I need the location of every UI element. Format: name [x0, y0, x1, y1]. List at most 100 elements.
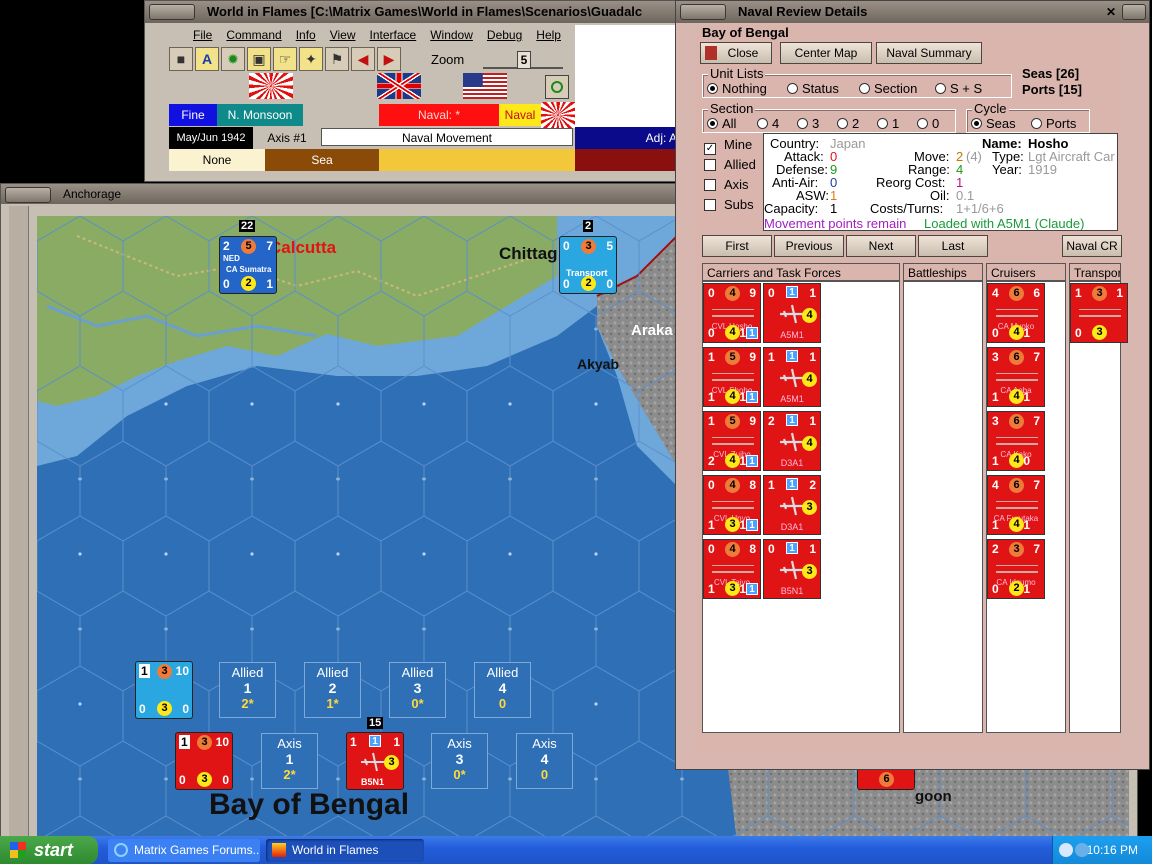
unit-list-section-radio[interactable]: Section	[859, 81, 917, 96]
section-all-radio[interactable]: All	[707, 116, 736, 131]
main-titlebar[interactable]: World in Flames [C:\Matrix Games\World i…	[145, 1, 683, 23]
menu-file[interactable]: File	[193, 28, 212, 42]
terrain-bar-yellow	[379, 149, 575, 171]
gear-icon[interactable]: ✹	[221, 47, 245, 71]
menu-command[interactable]: Command	[226, 28, 281, 42]
window-menu-button[interactable]	[5, 187, 51, 203]
counter-top-left: 0	[708, 542, 715, 556]
star-icon[interactable]: ✦	[299, 47, 323, 71]
aircraft-counter[interactable]: 1 1 1 4 A5M1	[763, 347, 821, 407]
target-icon[interactable]	[545, 75, 569, 99]
tray-expand-icon[interactable]	[1059, 843, 1073, 857]
section-2-radio[interactable]: 2	[837, 116, 859, 131]
network-icon[interactable]	[1075, 843, 1089, 857]
carrier-counter[interactable]: 0 4 9 CVL Hosho 0 4 1 1	[703, 283, 761, 343]
stack-count-badge: 22	[239, 220, 256, 232]
counter-top-left: 1	[708, 414, 715, 428]
aircraft-counter[interactable]: 2 1 1 4 D3A1	[763, 411, 821, 471]
window-menu-button[interactable]	[149, 4, 195, 20]
counter-bottom-right: 1	[739, 390, 746, 404]
cycle-seas-radio[interactable]: Seas	[971, 116, 1016, 131]
aircraft-counter[interactable]: 0 1 1 3 B5N1	[763, 539, 821, 599]
aircraft-counter[interactable]: 0 1 1 4 A5M1	[763, 283, 821, 343]
close-button[interactable]: Close	[700, 42, 772, 64]
axis-sea-box-2-b5n1[interactable]: 1 1 1 3 B5N1	[346, 732, 404, 790]
last-button[interactable]: Last	[918, 235, 988, 257]
naval-window-title: Naval Review Details	[738, 4, 868, 19]
naval-cr-button[interactable]: Naval CR	[1062, 235, 1122, 257]
menu-view[interactable]: View	[330, 28, 356, 42]
carrier-counter[interactable]: 0 4 8 CVL Taiyo 1 3 1 1	[703, 539, 761, 599]
filter-axis-checkbox[interactable]: Axis	[704, 177, 749, 192]
section-0-radio[interactable]: 0	[917, 116, 939, 131]
menu-help[interactable]: Help	[536, 28, 561, 42]
section-4-radio[interactable]: 4	[757, 116, 779, 131]
cycle-ports-radio[interactable]: Ports	[1031, 116, 1076, 131]
text-a-icon[interactable]: A	[195, 47, 219, 71]
next-button[interactable]: Next	[846, 235, 916, 257]
mini-map-panel[interactable]	[575, 25, 683, 127]
carrier-counter[interactable]: 1 5 9 CVL Zuiho 2 4 1 1	[703, 411, 761, 471]
ship-silhouette-icon	[996, 437, 1038, 445]
axis-sea-box-4[interactable]: Axis 4 0	[516, 733, 573, 789]
carrier-counter[interactable]: 1 5 9 CVL Shoho 1 4 1 1	[703, 347, 761, 407]
start-button[interactable]: start	[0, 836, 98, 864]
menu-debug[interactable]: Debug	[487, 28, 522, 42]
unit-list-status-radio[interactable]: Status	[787, 81, 839, 96]
cruiser-counter[interactable]: 4 6 6 CA Myoko 0 4 1	[987, 283, 1045, 343]
transport-list[interactable]	[1069, 281, 1121, 733]
transport-counter[interactable]: 13103	[1070, 283, 1128, 343]
allied-sea-box-4[interactable]: Allied 4 0	[474, 662, 531, 718]
window-frame-button[interactable]	[1122, 4, 1146, 20]
axis-sea-box-3[interactable]: Axis 3 0*	[431, 733, 488, 789]
arrow-left-icon[interactable]: ◀	[351, 47, 375, 71]
counter-top-left: 2	[223, 239, 230, 253]
squadron-badge: 1	[786, 414, 798, 426]
battleships-list[interactable]	[903, 281, 983, 733]
axis-sea-box-1[interactable]: Axis 1 2*	[261, 733, 318, 789]
taskbar-item-forums[interactable]: Matrix Games Forums...	[108, 839, 260, 862]
filter-allied-checkbox[interactable]: Allied	[704, 157, 756, 172]
unit-name: D3A1	[780, 458, 804, 468]
unit-list-s-plus-s-radio[interactable]: S + S	[935, 81, 982, 96]
zoom-slider-thumb[interactable]: 5	[517, 51, 531, 69]
menu-info[interactable]: Info	[296, 28, 316, 42]
axis-sea-box-unit[interactable]: 1 3 10 0 3 0	[175, 732, 233, 790]
unit-counter-ca-sumatra[interactable]: 2 5 7 NED CA Sumatra 0 2 1	[219, 236, 277, 294]
counter-bottom-left: 0	[139, 702, 146, 716]
naval-summary-button[interactable]: Naval Summary	[876, 42, 982, 64]
filter-subs-checkbox[interactable]: Subs	[704, 197, 754, 212]
unit-counter-transport[interactable]: 0 3 5 Transport 0 2 0	[559, 236, 617, 294]
allied-sea-box-unit[interactable]: 1 3 10 0 3 0	[135, 661, 193, 719]
unit-lists-group: Unit Lists Nothing Status Section S + S	[702, 67, 1012, 98]
close-icon[interactable]: ✕	[1104, 5, 1118, 19]
cruiser-counter[interactable]: 4 6 7 CA Furutaka 1 4 1	[987, 475, 1045, 535]
aircraft-counter[interactable]: 1 1 2 3 D3A1	[763, 475, 821, 535]
allied-sea-box-3[interactable]: Allied 3 0*	[389, 662, 446, 718]
carrier-counter[interactable]: 0 4 8 CVL Unyo 1 3 1 1	[703, 475, 761, 535]
allied-sea-box-1[interactable]: Allied 1 2*	[219, 662, 276, 718]
flag-icon[interactable]: ⚑	[325, 47, 349, 71]
naval-titlebar[interactable]: Naval Review Details ✕	[676, 1, 1149, 23]
section-1-radio[interactable]: 1	[877, 116, 899, 131]
cruiser-counter[interactable]: 3 6 7 CA Kako 1 4 0	[987, 411, 1045, 471]
arrow-right-icon[interactable]: ▶	[377, 47, 401, 71]
cruiser-counter[interactable]: 2 3 7 CA Idzumo 0 2 1	[987, 539, 1045, 599]
select-icon[interactable]: ▣	[247, 47, 271, 71]
tank-icon[interactable]: ■	[169, 47, 193, 71]
menu-interface[interactable]: Interface	[370, 28, 417, 42]
previous-button[interactable]: Previous	[774, 235, 844, 257]
window-menu-button[interactable]	[680, 4, 726, 20]
counter-top-left: 1	[350, 735, 357, 749]
allied-sea-box-2[interactable]: Allied 2 1*	[304, 662, 361, 718]
section-3-radio[interactable]: 3	[797, 116, 819, 131]
cruiser-counter[interactable]: 3 6 7 CA Aoba 1 4 1	[987, 347, 1045, 407]
unit-list-nothing-radio[interactable]: Nothing	[707, 81, 767, 96]
center-map-button[interactable]: Center Map	[780, 42, 872, 64]
menu-window[interactable]: Window	[430, 28, 473, 42]
first-button[interactable]: First	[702, 235, 772, 257]
filter-mine-checkbox[interactable]: ✓ Mine	[704, 137, 752, 155]
taskbar-item-world-in-flames[interactable]: World in Flames	[266, 839, 424, 862]
zoom-slider[interactable]: 5	[483, 51, 563, 69]
hand-icon[interactable]: ☞	[273, 47, 297, 71]
